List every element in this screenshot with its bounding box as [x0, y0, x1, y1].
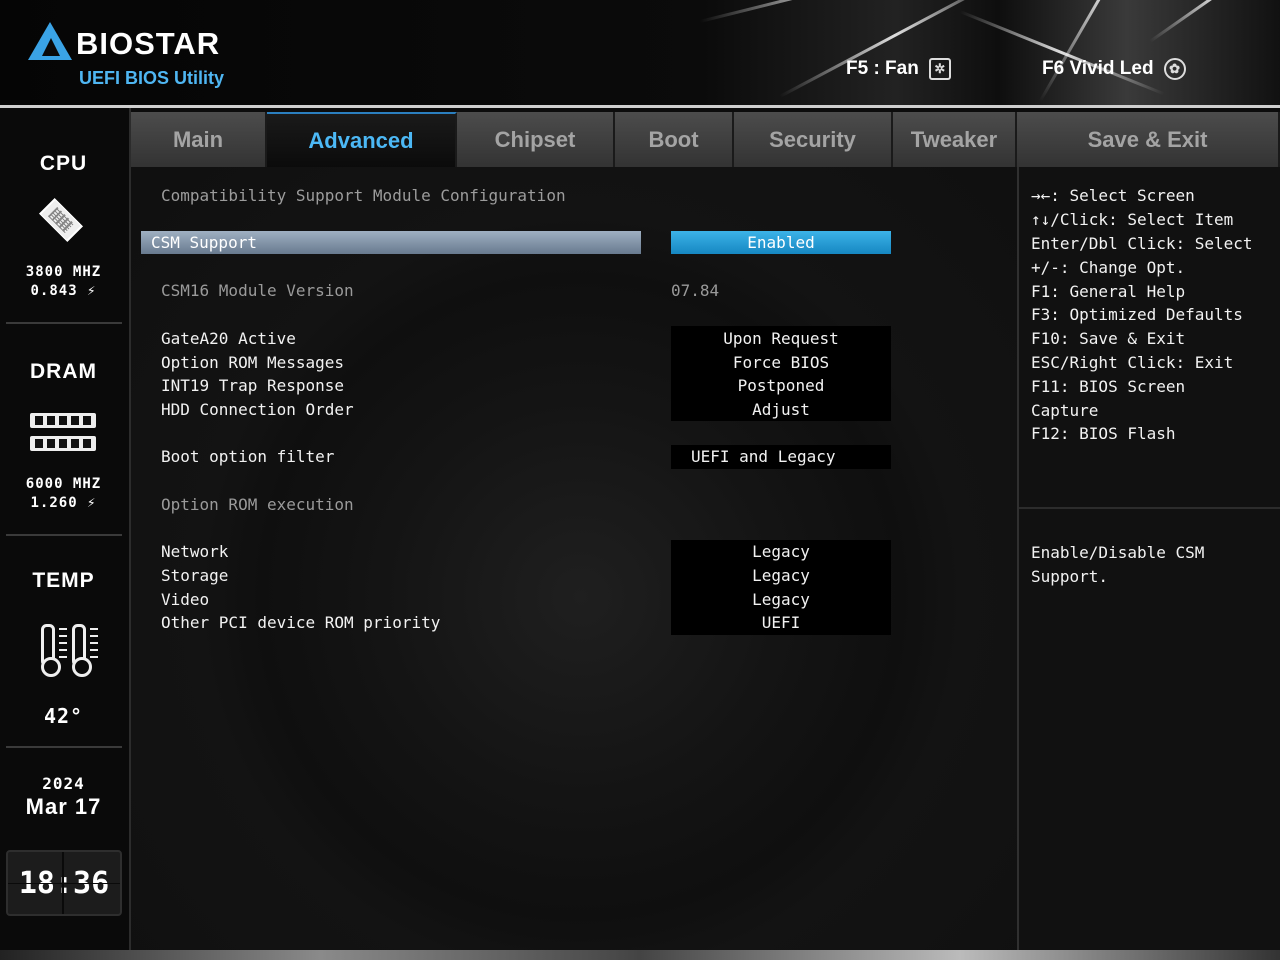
storage-label: Storage [161, 566, 229, 585]
csm-support-value[interactable]: Enabled [671, 231, 891, 254]
tab-save-exit[interactable]: Save & Exit [1017, 112, 1280, 167]
fan-icon: ✲ [928, 58, 951, 80]
dram-module-icon [30, 436, 96, 451]
fan-hotkey-label: F5 : Fan [846, 58, 919, 79]
cpu-label: CPU [39, 152, 88, 175]
gatea20-active-label: GateA20 Active [161, 329, 296, 348]
gatea20-active-value[interactable]: Upon Request [671, 328, 891, 350]
help-key-general-help: F1: General Help [1031, 282, 1186, 301]
sidebar-divider [6, 322, 122, 324]
led-icon: ✿ [1163, 58, 1186, 80]
biostar-logo: BIOSTAR UEFI BIOS Utility [24, 22, 254, 92]
temp-value: 42° [43, 704, 84, 728]
section-title: Compatibility Support Module Configurati… [161, 186, 566, 205]
other-pci-rom-priority-value[interactable]: UEFI [671, 612, 891, 634]
tab-security[interactable]: Security [734, 112, 893, 167]
help-key-optimized-defaults: F3: Optimized Defaults [1031, 305, 1243, 324]
video-label: Video [161, 590, 210, 609]
decor-streak [699, 0, 992, 23]
temp-label: TEMP [32, 569, 95, 592]
dram-frequency: 6000 MHZ [25, 476, 102, 492]
network-label: Network [161, 542, 229, 561]
tab-chipset[interactable]: Chipset [457, 112, 615, 167]
decor-streak [959, 10, 1165, 96]
header-divider [0, 105, 1280, 108]
csm-support-label: CSM Support [151, 233, 257, 252]
settings-panel: Compatibility Support Module Configurati… [131, 167, 1017, 950]
help-key-change-opt: +/-: Change Opt. [1031, 258, 1186, 277]
header: BIOSTAR UEFI BIOS Utility F5 : Fan ✲ F6 … [0, 0, 1280, 107]
video-value[interactable]: Legacy [671, 589, 891, 611]
help-key-save-exit: F10: Save & Exit [1031, 329, 1186, 348]
vivid-led-hotkey-label: F6 Vivid Led [1042, 58, 1154, 79]
dram-module-icon [30, 413, 96, 428]
csm16-version-value: 07.84 [671, 281, 720, 300]
option-rom-execution-title: Option ROM execution [161, 495, 354, 514]
tab-advanced[interactable]: Advanced [267, 112, 457, 167]
help-divider [1019, 507, 1280, 509]
status-sidebar: CPU 3800 MHZ 0.843 ⚡ DRAM 6000 MHZ 1.260… [0, 108, 131, 960]
decor-streak [1149, 0, 1280, 43]
brand-name: BIOSTAR [76, 26, 221, 61]
fan-hotkey[interactable]: F5 : Fan ✲ [846, 58, 951, 80]
boot-option-filter-value[interactable]: UEFI and Legacy [671, 446, 891, 468]
help-key-select: Enter/Dbl Click: Select [1031, 234, 1253, 253]
cpu-chip-icon [27, 198, 99, 244]
tab-boot[interactable]: Boot [615, 112, 734, 167]
help-panel: →←: Select Screen ↑↓/Click: Select Item … [1017, 167, 1280, 950]
tab-tweaker[interactable]: Tweaker [893, 112, 1017, 167]
cpu-voltage: 0.843 ⚡ [30, 283, 97, 299]
clock: 18:36 [6, 850, 122, 916]
help-key-bios-flash: F12: BIOS Flash [1031, 424, 1176, 443]
vivid-led-hotkey[interactable]: F6 Vivid Led ✿ [1042, 58, 1186, 80]
tab-main[interactable]: Main [131, 112, 267, 167]
help-key-select-item: ↑↓/Click: Select Item [1031, 210, 1234, 229]
help-key-select-screen: →←: Select Screen [1031, 186, 1195, 205]
sidebar-divider [6, 746, 122, 748]
sidebar-divider [6, 534, 122, 536]
hdd-connection-order-label: HDD Connection Order [161, 400, 354, 419]
date-year: 2024 [42, 774, 85, 793]
hdd-connection-order-value[interactable]: Adjust [671, 399, 891, 421]
thermometer-icon [72, 624, 92, 677]
help-description-line1: Enable/Disable CSM [1031, 543, 1205, 562]
help-key-exit: ESC/Right Click: Exit [1031, 353, 1234, 372]
other-pci-rom-priority-label: Other PCI device ROM priority [161, 613, 441, 632]
network-value[interactable]: Legacy [671, 541, 891, 563]
help-key-capture: Capture [1031, 401, 1099, 420]
decor-streak [779, 0, 1011, 98]
option-rom-messages-value[interactable]: Force BIOS [671, 352, 891, 374]
int19-trap-response-label: INT19 Trap Response [161, 376, 345, 395]
bottom-bar [0, 950, 1280, 960]
int19-trap-response-value[interactable]: Postponed [671, 375, 891, 397]
date-month-day: Mar 17 [25, 794, 102, 819]
option-rom-messages-label: Option ROM Messages [161, 353, 345, 372]
dram-label: DRAM [30, 360, 97, 383]
boot-option-filter-label: Boot option filter [161, 447, 335, 466]
brand-subtitle: UEFI BIOS Utility [79, 68, 225, 88]
menu-tabs: Main Advanced Chipset Boot Security Twea… [131, 112, 1280, 167]
help-description-line2: Support. [1031, 567, 1109, 586]
thermometer-icon [41, 624, 61, 677]
storage-value[interactable]: Legacy [671, 565, 891, 587]
help-key-bios-screen: F11: BIOS Screen [1031, 377, 1186, 396]
dram-voltage: 1.260 ⚡ [30, 495, 97, 511]
csm16-version-label: CSM16 Module Version [161, 281, 354, 300]
cpu-frequency: 3800 MHZ [25, 264, 102, 280]
